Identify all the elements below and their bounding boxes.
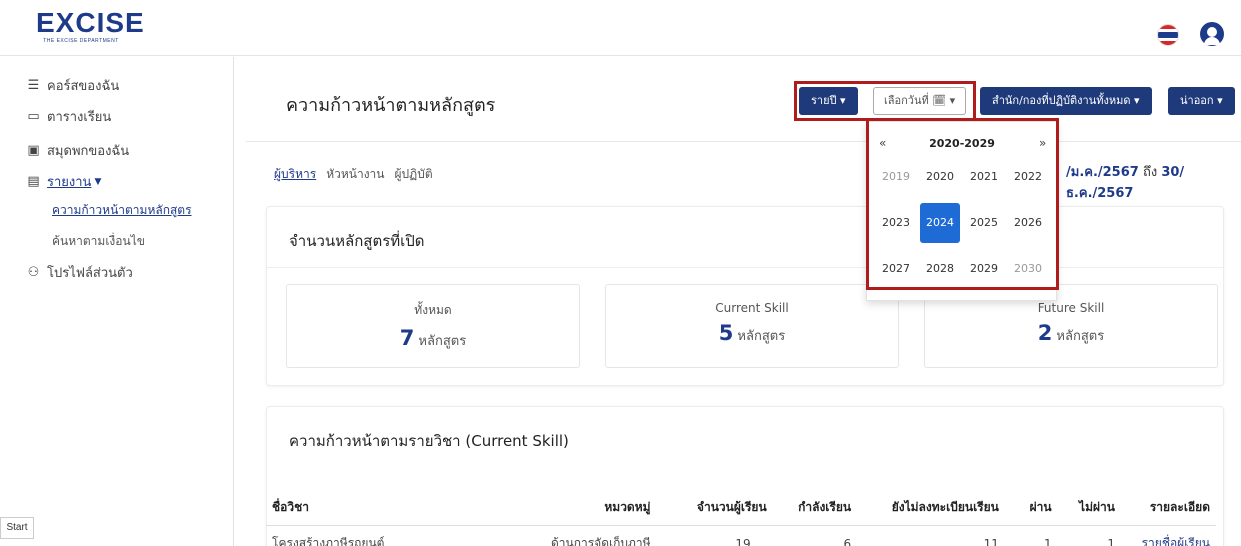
date-from: /ม.ค./2567 [1066, 165, 1139, 180]
period-dropdown-button[interactable]: รายปี ▾ [799, 87, 858, 115]
cell-failed: 1 [1107, 536, 1115, 546]
logo-text: EXCISE [36, 7, 145, 38]
cell-subject: โครงสร้างภาษีรถยนต์ [272, 536, 385, 546]
start-button[interactable]: Start [0, 517, 34, 539]
column-header: ยังไม่ลงทะเบียนเรียน [857, 490, 1005, 526]
date-range: /ม.ค./2567 ถึง 30/ธ.ค./2567 [1066, 161, 1241, 203]
stat-label: Current Skill [715, 301, 789, 315]
caret-down-icon: ▼ [94, 176, 102, 187]
cell-passed: 1 [1043, 536, 1052, 546]
stat-value: 7 หลักสูตร [399, 326, 467, 350]
stat-current-skill: Current Skill 5 หลักสูตร [605, 284, 899, 368]
card-title: จำนวนหลักสูตรที่เปิด [289, 232, 425, 250]
main-content: ความก้าวหน้าตามหลักสูตร ผู้บริหาร หัวหน้… [246, 70, 1241, 546]
column-header: หมวดหมู่ [498, 490, 657, 526]
cell-in-progress: 6 [843, 536, 852, 546]
cell-category: ด้านการจัดเก็บภาษี [550, 536, 651, 546]
choose-date-button[interactable]: เลือกวันที่ 🗓 ▾ [873, 87, 967, 115]
sidebar-item-schedule[interactable]: ▭ ตารางเรียน [26, 106, 111, 127]
stat-label: Future Skill [1037, 301, 1105, 315]
column-header: ไม่ผ่าน [1057, 490, 1121, 526]
sidebar-item-label: ตารางเรียน [47, 110, 112, 125]
stat-all: ทั้งหมด 7 หลักสูตร [286, 284, 580, 368]
sidebar-item-label: คอร์สของฉัน [47, 79, 120, 94]
learner-list-link[interactable]: รายชื่อผู้เรียน [1121, 526, 1216, 546]
notebook-icon: ▣ [27, 143, 40, 158]
tab-operator[interactable]: ผู้ปฏิบัติ [395, 165, 433, 184]
sidebar-item-my-courses[interactable]: ☰ คอร์สของฉัน [26, 75, 120, 96]
stat-value: 5 หลักสูตร [718, 321, 786, 345]
column-header: ชื่อวิชา [266, 490, 499, 526]
column-header: จำนวนผู้เรียน [656, 490, 773, 526]
excise-logo[interactable]: EXCISE THE EXCISE DEPARTMENT [36, 7, 145, 45]
sidebar-item-notebook[interactable]: ▣ สมุดพกของฉัน [26, 140, 129, 161]
user-avatar-icon[interactable] [1200, 22, 1224, 46]
stat-label: ทั้งหมด [414, 303, 452, 317]
column-header: รายละเอียด [1120, 490, 1216, 526]
sidebar-subitem-course-progress[interactable]: ความก้าวหน้าตามหลักสูตร [52, 201, 192, 220]
column-header: กำลังเรียน [772, 490, 858, 526]
stat-value: 2 หลักสูตร [1037, 321, 1105, 345]
report-icon: ▤ [27, 174, 40, 189]
table-header-row: ชื่อวิชา หมวดหมู่ จำนวนผู้เรียน กำลังเรี… [266, 490, 1216, 526]
sidebar-item-reports[interactable]: ▤ รายงาน ▼ [26, 171, 101, 192]
province-dropdown-button[interactable]: น่าออก ▾ [1168, 87, 1235, 115]
date-to-word: ถึง [1142, 165, 1158, 180]
sidebar: ☰ คอร์สของฉัน ▭ ตารางเรียน ▣ สมุดพกของฉั… [0, 57, 234, 546]
subject-progress-table: ชื่อวิชา หมวดหมู่ จำนวนผู้เรียน กำลังเรี… [266, 490, 1216, 546]
sidebar-item-profile[interactable]: ⚇ โปรไฟล์ส่วนตัว [26, 262, 133, 283]
card-title: ความก้าวหน้าตามรายวิชา (Current Skill) [289, 432, 569, 450]
sidebar-subitem-search-conditions[interactable]: ค้นหาตามเงื่อนไข [52, 232, 145, 251]
table-row: โครงสร้างภาษีรถยนต์ ด้านการจัดเก็บภาษี 1… [266, 526, 1216, 546]
highlight-box [866, 118, 1059, 290]
sidebar-item-label: รายงาน [47, 175, 92, 190]
profile-settings-icon: ⚇ [27, 265, 40, 280]
top-bar: EXCISE THE EXCISE DEPARTMENT [0, 0, 1241, 56]
list-icon: ☰ [27, 78, 40, 93]
logo-subtext: THE EXCISE DEPARTMENT [43, 38, 119, 44]
column-header: ผ่าน [1004, 490, 1058, 526]
tab-supervisor[interactable]: หัวหน้างาน [326, 165, 384, 184]
page-title: ความก้าวหน้าตามหลักสูตร [286, 95, 496, 116]
cell-learners: 19 [735, 536, 751, 546]
sidebar-item-label: สมุดพกของฉัน [47, 144, 130, 159]
thai-flag-icon[interactable] [1157, 24, 1179, 46]
tab-executive[interactable]: ผู้บริหาร [274, 165, 316, 184]
role-tabs: ผู้บริหาร หัวหน้างาน ผู้ปฏิบัติ [274, 165, 433, 184]
cell-not-registered: 11 [983, 536, 999, 546]
office-dropdown-button[interactable]: สำนัก/กองที่ปฏิบัติงานทั้งหมด ▾ [980, 87, 1152, 115]
divider [267, 267, 1223, 268]
sidebar-item-label: โปรไฟล์ส่วนตัว [47, 266, 133, 281]
calendar-icon: ▭ [27, 109, 40, 124]
